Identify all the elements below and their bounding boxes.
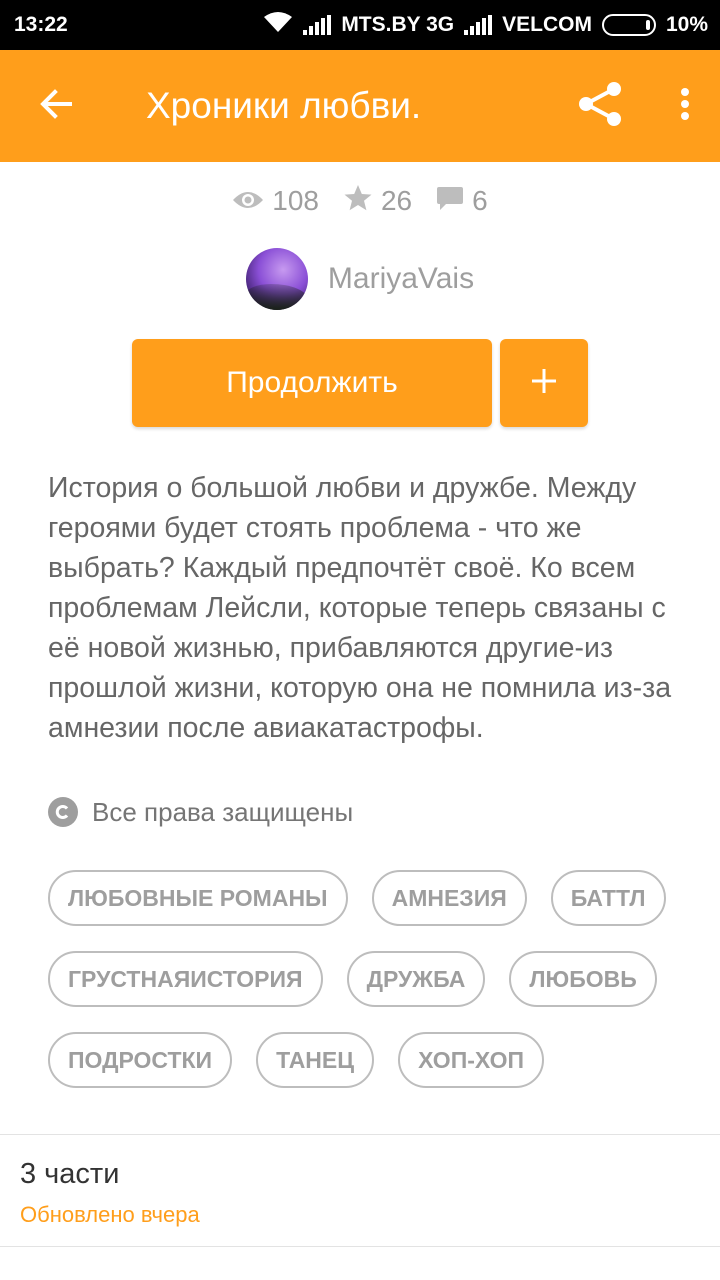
- story-stats: 108 26 6: [0, 178, 720, 224]
- star-icon: [343, 183, 373, 220]
- add-to-library-button[interactable]: [500, 339, 588, 427]
- battery-icon: [601, 14, 656, 36]
- tag-chip[interactable]: ТАНЕЦ: [256, 1032, 375, 1088]
- tag-chip[interactable]: ДРУЖБА: [346, 951, 486, 1007]
- votes-stat: 26: [343, 183, 412, 220]
- tag-chip[interactable]: ГРУСТНАЯИСТОРИЯ: [48, 951, 323, 1007]
- status-time: 13:22: [14, 13, 68, 36]
- wifi-icon: [263, 11, 293, 39]
- status-indicators: MTS.BY 3G VELCOM 10%: [263, 11, 708, 39]
- page-title: Хроники любви.: [146, 85, 422, 126]
- author-name[interactable]: MariyaVais: [328, 262, 474, 296]
- share-button[interactable]: [550, 50, 650, 162]
- avatar[interactable]: [245, 248, 308, 310]
- tag-chip[interactable]: АМНЕЗИЯ: [371, 870, 527, 926]
- copyright-row: Все права защищены: [48, 792, 353, 832]
- views-count: 108: [272, 185, 319, 216]
- votes-count: 26: [380, 185, 413, 216]
- tag-chip[interactable]: ПОДРОСТКИ: [48, 1032, 233, 1088]
- tag-chip[interactable]: ЛЮБОВНЫЕ РОМАНЫ: [48, 870, 348, 926]
- comments-count: 6: [472, 185, 488, 216]
- plus-icon: [530, 367, 558, 400]
- battery-level: 10%: [665, 13, 708, 36]
- author-row[interactable]: MariyaVais: [0, 248, 720, 310]
- continue-reading-button[interactable]: Продолжить: [132, 339, 492, 427]
- story-description: История о большой любви и дружбе. Между …: [48, 472, 672, 744]
- share-icon: [576, 80, 624, 133]
- tag-chip[interactable]: БАТТЛ: [550, 870, 666, 926]
- carrier-1: MTS.BY 3G: [341, 13, 455, 36]
- eye-icon: [232, 185, 264, 217]
- signal-icon: [464, 15, 493, 35]
- tag-list: ЛЮБОВНЫЕ РОМАНЫ АМНЕЗИЯ БАТТЛ ГРУСТНАЯИС…: [48, 870, 688, 1088]
- comment-icon: [436, 185, 464, 218]
- copyright-icon: [48, 797, 78, 827]
- parts-count[interactable]: 3 части: [20, 1158, 119, 1191]
- back-button[interactable]: [0, 50, 112, 162]
- app-bar: Хроники любви.: [0, 50, 720, 162]
- comments-stat: 6: [436, 185, 488, 218]
- parts-updated-label: Обновлено вчера: [20, 1202, 200, 1227]
- tag-chip[interactable]: ЛЮБОВЬ: [509, 951, 657, 1007]
- carrier-2: VELCOM: [502, 13, 592, 36]
- divider: [0, 1246, 720, 1247]
- views-stat: 108: [232, 185, 319, 217]
- signal-icon: [303, 15, 332, 35]
- status-bar: 13:22 MTS.BY 3G VELCOM 10%: [0, 0, 720, 50]
- arrow-back-icon: [38, 86, 74, 127]
- tag-chip[interactable]: ХОП-ХОП: [398, 1032, 545, 1088]
- copyright-label: Все права защищены: [92, 796, 354, 827]
- more-options-button[interactable]: [650, 50, 720, 162]
- more-vertical-icon: [680, 87, 690, 126]
- divider: [0, 1134, 720, 1135]
